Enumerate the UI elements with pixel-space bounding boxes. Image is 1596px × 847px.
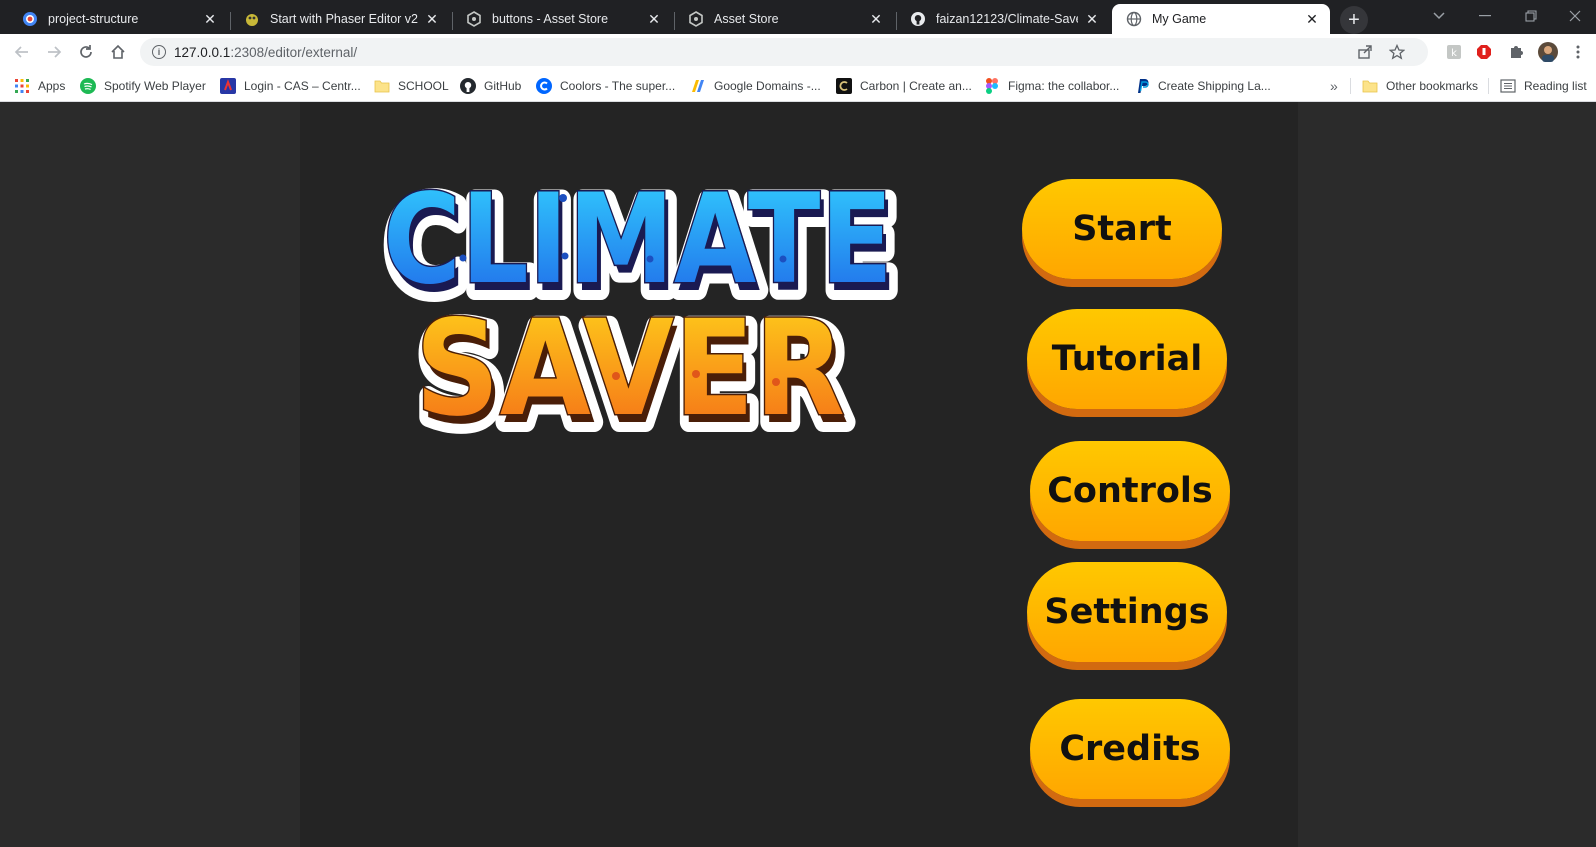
unity-icon [688,11,704,27]
bookmark-cas-login[interactable]: Login - CAS – Centr... [220,77,361,95]
bookmark-paypal-shipping[interactable]: Create Shipping La... [1134,77,1271,95]
logo-line-2: SAVER [415,292,845,434]
close-icon[interactable]: ✕ [646,11,662,27]
url-path: :2308/editor/external/ [230,44,358,60]
bookmark-label: Google Domains -... [714,79,821,93]
bookmark-star-icon[interactable] [1388,43,1406,61]
bookmark-label: Create Shipping La... [1158,79,1271,93]
window-close-icon[interactable] [1560,4,1590,28]
new-tab-button[interactable]: + [1340,6,1368,34]
figma-icon [984,78,1000,94]
reload-icon[interactable] [74,40,98,64]
url-host: 127.0.0.1 [174,44,231,60]
bookmarks-divider [1350,78,1351,94]
tab-title: faizan12123/Climate-Saver: C [936,12,1078,26]
game-canvas[interactable]: CLIMATE CLIMATE SAVER SAVER Start Tutori… [300,102,1298,847]
share-icon[interactable] [1356,43,1374,61]
paypal-icon [1134,78,1150,94]
close-icon[interactable]: ✕ [424,11,440,27]
google-domains-icon [690,78,706,94]
back-icon[interactable] [10,40,34,64]
bookmarks-bar: Apps Spotify Web Player Login - CAS – Ce… [0,70,1596,102]
browser-toolbar: i 127.0.0.1:2308/editor/external/ k [0,34,1596,70]
adblock-icon[interactable] [1474,42,1494,62]
bookmark-label: GitHub [484,79,522,93]
home-icon[interactable] [106,40,130,64]
coolors-icon [536,78,552,94]
bookmark-label: Login - CAS – Centr... [244,79,361,93]
bookmark-figma[interactable]: Figma: the collabor... [984,77,1119,95]
bookmark-carbon[interactable]: Carbon | Create an... [836,77,972,95]
climate-saver-logo: CLIMATE CLIMATE SAVER SAVER [377,166,907,434]
github-icon [460,78,476,94]
bookmark-github[interactable]: GitHub [460,77,521,95]
minimize-icon[interactable] [1470,4,1500,28]
bookmarks-overflow-chevron-icon[interactable]: » [1330,77,1338,95]
bookmarks-divider [1488,78,1489,94]
svg-text:k: k [1451,48,1457,59]
bookmark-apps[interactable]: Apps [14,77,65,95]
bookmark-label: Apps [38,79,66,93]
unity-icon [466,11,482,27]
settings-button[interactable]: Settings [1027,562,1227,662]
tab-strip: project-structure ✕ Start with Phaser Ed… [0,0,1596,34]
google-icon [22,11,38,27]
tab-my-game[interactable]: My Game ✕ [1112,4,1330,34]
bookmark-label: Figma: the collabor... [1008,79,1120,93]
tutorial-button[interactable]: Tutorial [1027,309,1227,409]
avatar[interactable] [1538,42,1558,62]
page-viewport: CLIMATE CLIMATE SAVER SAVER Start Tutori… [0,102,1596,847]
bookmark-spotify[interactable]: Spotify Web Player [80,77,206,95]
tab-asset-store[interactable]: Asset Store ✕ [674,4,894,34]
logo-line-1: CLIMATE [383,168,893,312]
cas-icon [220,78,236,94]
globe-icon [1126,11,1142,27]
start-button[interactable]: Start [1022,179,1222,279]
carbon-icon [836,78,852,94]
bookmark-label: SCHOOL [398,79,449,93]
tab-title: My Game [1152,12,1207,26]
bookmark-label: Reading list [1524,79,1587,93]
bookmark-label: Spotify Web Player [104,79,206,93]
extension-k-icon[interactable]: k [1444,42,1464,62]
reading-list[interactable]: Reading list [1500,77,1587,95]
bookmark-label: Other bookmarks [1386,79,1479,93]
forward-icon[interactable] [42,40,66,64]
bookmark-school-folder[interactable]: SCHOOL [374,77,449,95]
tab-phaser-editor[interactable]: Start with Phaser Editor v2 mi ✕ [230,4,450,34]
tab-search-icon[interactable] [1424,4,1454,28]
apps-grid-icon [14,78,30,94]
bookmark-coolors[interactable]: Coolors - The super... [536,77,675,95]
close-icon[interactable]: ✕ [1084,11,1100,27]
folder-icon [374,78,390,94]
tab-buttons-asset-store[interactable]: buttons - Asset Store ✕ [452,4,672,34]
site-info-icon[interactable]: i [152,45,166,59]
folder-icon [1362,78,1378,94]
tab-title: project-structure [48,12,139,26]
close-icon[interactable]: ✕ [868,11,884,27]
tab-title: buttons - Asset Store [492,12,609,26]
restore-icon[interactable] [1516,4,1546,28]
tab-title: Start with Phaser Editor v2 mi [270,12,418,26]
bookmark-label: Coolors - The super... [560,79,676,93]
reading-list-icon [1500,78,1516,94]
credits-button[interactable]: Credits [1030,699,1230,799]
tab-github-climate-saver[interactable]: faizan12123/Climate-Saver: C ✕ [896,4,1110,34]
spotify-icon [80,78,96,94]
phaser-icon [244,11,260,27]
github-icon [910,11,926,27]
other-bookmarks[interactable]: Other bookmarks [1362,77,1478,95]
close-icon[interactable]: ✕ [202,11,218,27]
address-bar[interactable]: i 127.0.0.1:2308/editor/external/ [140,38,1428,66]
bookmark-google-domains[interactable]: Google Domains -... [690,77,821,95]
extensions-puzzle-icon[interactable] [1506,42,1526,62]
tab-title: Asset Store [714,12,779,26]
close-icon[interactable]: ✕ [1304,11,1320,27]
browser-menu-icon[interactable] [1568,42,1588,62]
bookmark-label: Carbon | Create an... [860,79,972,93]
controls-button[interactable]: Controls [1030,441,1230,541]
tab-project-structure[interactable]: project-structure ✕ [8,4,228,34]
